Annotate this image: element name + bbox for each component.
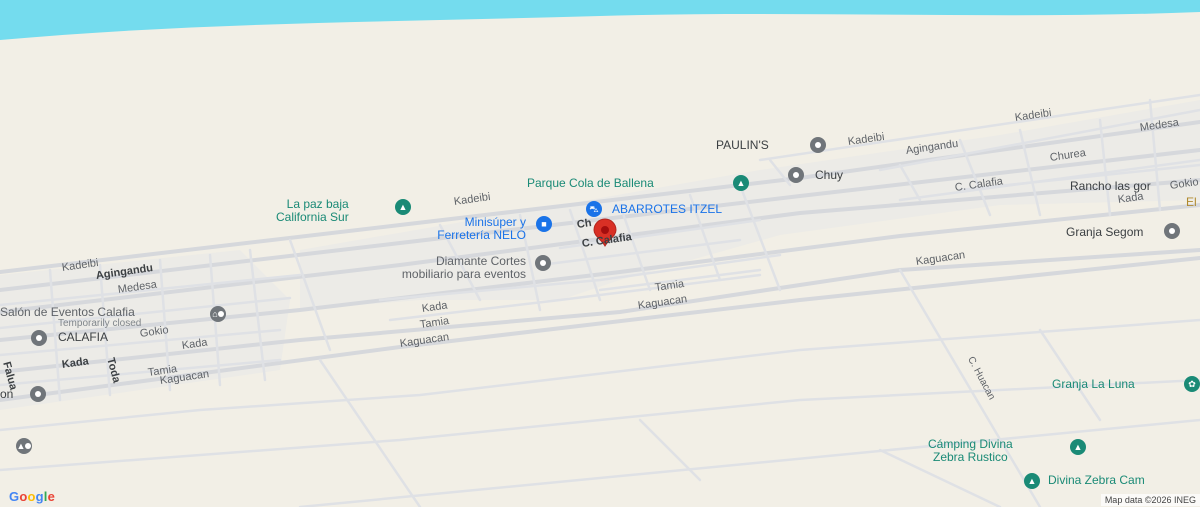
school-icon[interactable]: ▲ [16, 438, 32, 454]
poi-label-lapaz[interactable]: La paz baja California Sur [276, 198, 349, 224]
poi-label-paulins[interactable]: PAULIN'S [716, 139, 769, 152]
road-network [0, 0, 1200, 507]
shopping-cart-icon[interactable]: ⛍ [586, 201, 602, 217]
poi-label-chuy[interactable]: Chuy [815, 169, 843, 182]
poi-label-line: mobiliario para eventos [401, 267, 526, 281]
map-canvas[interactable]: Kadeibi Kadeibi Kadeibi Kadeibi Agingand… [0, 0, 1200, 507]
event-venue-icon[interactable]: ⌂ [210, 306, 226, 322]
place-icon[interactable]: ✿ [1184, 376, 1200, 392]
shopping-bag-icon[interactable]: ■ [536, 216, 552, 232]
poi-label-diamante[interactable]: Diamante Cortes mobiliario para eventos [330, 255, 526, 281]
poi-label-granja-luna[interactable]: Granja La Luna [1052, 378, 1135, 391]
bank-icon[interactable] [810, 137, 826, 153]
poi-label-el[interactable]: El [1186, 196, 1197, 209]
park-icon[interactable]: ▲ [733, 175, 749, 191]
place-icon[interactable] [30, 386, 46, 402]
water-body [0, 0, 1200, 40]
poi-label-camping[interactable]: Cámping Divina Zebra Rustico [928, 438, 1013, 464]
poi-label-divina[interactable]: Divina Zebra Cam [1048, 474, 1145, 487]
place-icon[interactable] [788, 167, 804, 183]
poi-label-granja-segom[interactable]: Granja Segom [1066, 226, 1143, 239]
poi-label-line: Zebra Rustico [933, 450, 1008, 464]
map-attribution[interactable]: Map data ©2026 INEG [1100, 494, 1200, 506]
poi-status: Temporarily closed [58, 318, 142, 329]
poi-label-line: Ferretería NELO [437, 228, 526, 242]
campground-icon[interactable]: ▲ [1070, 439, 1086, 455]
street-label: Ch [576, 217, 593, 231]
poi-label-line: California Sur [276, 210, 349, 224]
place-icon[interactable] [1164, 223, 1180, 239]
park-icon[interactable]: ▲ [395, 199, 411, 215]
poi-label-parque[interactable]: Parque Cola de Ballena [527, 177, 654, 190]
place-icon[interactable] [535, 255, 551, 271]
poi-label-on[interactable]: on [0, 388, 13, 401]
campground-icon[interactable]: ▲ [1024, 473, 1040, 489]
poi-label-abarrotes[interactable]: ABARROTES ITZEL [612, 203, 722, 216]
google-logo: Google [9, 489, 56, 504]
poi-label-minisuper[interactable]: Minisúper y Ferretería NELO [392, 216, 526, 242]
place-icon[interactable] [31, 330, 47, 346]
poi-label-calafia[interactable]: CALAFIA [58, 331, 108, 344]
poi-label-rancho[interactable]: Rancho las gor [1070, 180, 1151, 193]
